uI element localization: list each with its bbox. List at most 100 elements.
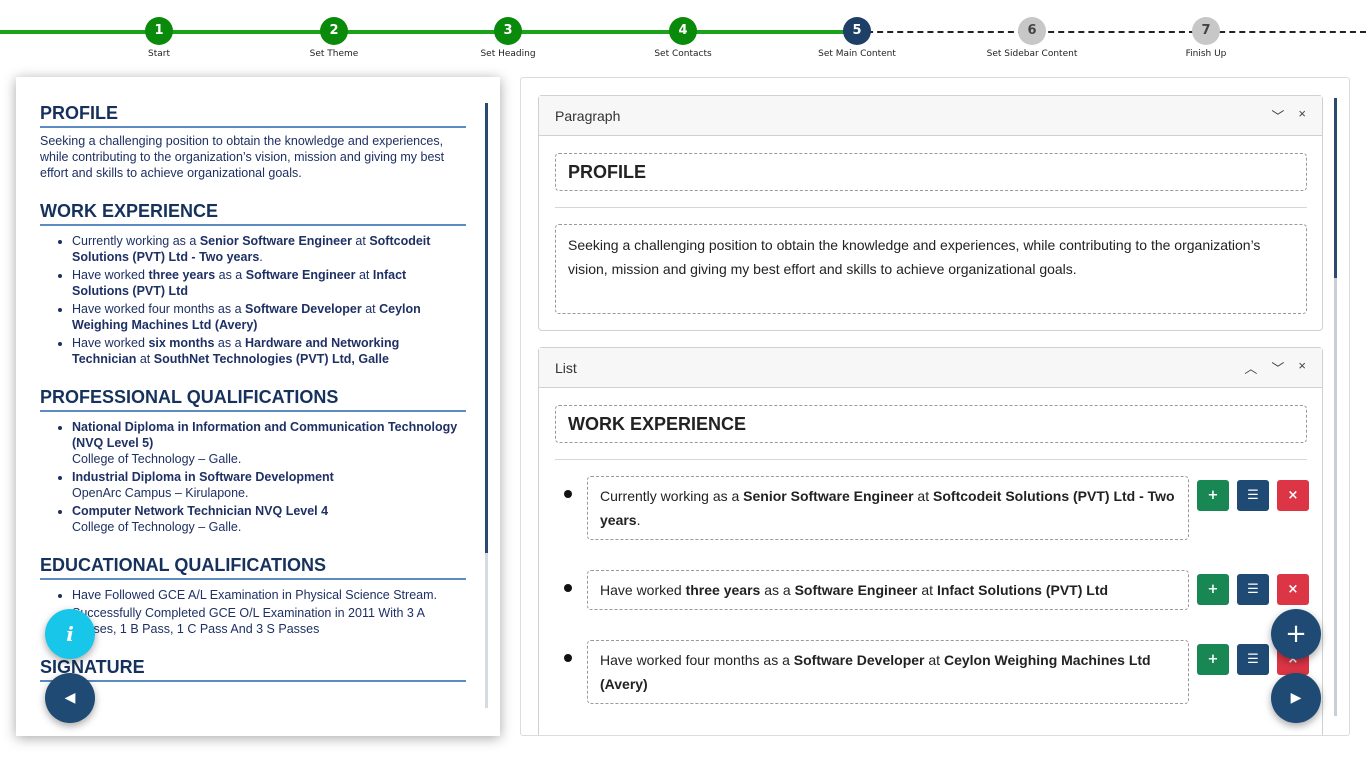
close-icon[interactable]: × [1277, 574, 1309, 605]
preview-work-list: Currently working as a Senior Software E… [72, 233, 466, 367]
chevron-up-icon[interactable]: ︿ [1244, 358, 1257, 377]
qualification-institute: College of Technology – Galle. [72, 520, 242, 534]
list-item-input[interactable]: Currently working as a Senior Software E… [587, 476, 1189, 540]
step-number: 3 [494, 17, 522, 45]
preview-profile-section: PROFILE Seeking a challenging position t… [40, 103, 466, 181]
text: at [351, 234, 370, 248]
list-item-actions: + ☰ × [1197, 480, 1309, 511]
step-number: 4 [669, 17, 697, 45]
step-set-main-content[interactable]: 5 Set Main Content [792, 17, 922, 59]
step-set-contacts[interactable]: 4 Set Contacts [618, 17, 748, 59]
bold-text: six months [148, 336, 215, 350]
list-item: Industrial Diploma in Software Developme… [72, 469, 466, 501]
list-item: Successfully Completed GCE O/L Examinati… [72, 605, 466, 637]
list-item-input[interactable]: Have worked three years as a Software En… [587, 570, 1189, 610]
plus-icon[interactable]: + [1197, 574, 1229, 605]
step-label: Set Contacts [654, 49, 712, 59]
preview-section-heading: EDUCATIONAL QUALIFICATIONS [40, 555, 466, 580]
step-label: Set Heading [480, 49, 536, 59]
list-item: Have Followed GCE A/L Examination in Phy… [72, 587, 466, 603]
chevron-down-icon[interactable]: ﹀ [1271, 358, 1284, 377]
text: at [355, 268, 373, 282]
preview-section-heading: SIGNATURE [40, 657, 466, 682]
add-block-button[interactable]: + [1271, 609, 1321, 659]
bullet-icon [564, 654, 572, 662]
scrollbar-thumb[interactable] [1334, 98, 1337, 278]
paragraph-block-card: Paragraph ﹀ × PROFILE Seeking a challeng… [538, 95, 1323, 331]
plus-icon: + [1285, 619, 1307, 649]
bold-text: Infact Solutions (PVT) Ltd [936, 582, 1109, 598]
step-set-theme[interactable]: 2 Set Theme [269, 17, 399, 59]
step-label: Finish Up [1185, 49, 1227, 59]
step-start[interactable]: 1 Start [94, 17, 224, 59]
list-icon[interactable]: ☰ [1237, 574, 1269, 605]
card-header: Paragraph ﹀ × [539, 96, 1322, 136]
list-heading-input[interactable]: WORK EXPERIENCE [555, 405, 1307, 443]
card-header: List ︿ ﹀ × [539, 348, 1322, 388]
bold-text: Software Developer [245, 302, 362, 316]
bold-text: SouthNet Technologies (PVT) Ltd, Galle [153, 352, 389, 366]
text: Have worked [72, 268, 149, 282]
preview-professional-list: National Diploma in Information and Comm… [72, 419, 466, 535]
text: Have worked [600, 582, 686, 598]
step-label: Set Theme [309, 49, 359, 59]
text: as a [215, 268, 246, 282]
text: . [259, 250, 263, 264]
text: at [917, 582, 937, 598]
content-editor-panel: Paragraph ﹀ × PROFILE Seeking a challeng… [520, 77, 1350, 736]
list-item: Currently working as a Senior Software E… [72, 233, 466, 265]
info-icon: i [66, 622, 74, 646]
paragraph-text-input[interactable]: Seeking a challenging position to obtain… [555, 224, 1307, 314]
step-number: 7 [1192, 17, 1220, 45]
divider [555, 207, 1307, 208]
close-icon[interactable]: × [1298, 106, 1306, 125]
editor-scrollbar[interactable] [1334, 98, 1337, 716]
bold-text: Software Engineer [245, 268, 356, 282]
progress-stepper: 1 Start 2 Set Theme 3 Set Heading 4 Set … [0, 0, 1366, 66]
step-finish-up[interactable]: 7 Finish Up [1141, 17, 1271, 59]
bold-text: three years [148, 268, 216, 282]
text: Have worked [72, 336, 149, 350]
step-set-sidebar-content[interactable]: 6 Set Sidebar Content [967, 17, 1097, 59]
text: as a [214, 336, 246, 350]
preview-work-section: WORK EXPERIENCE Currently working as a S… [40, 201, 466, 367]
card-controls: ︿ ﹀ × [1244, 358, 1306, 377]
info-button[interactable]: i [45, 609, 95, 659]
text: at [361, 302, 380, 316]
step-set-heading[interactable]: 3 Set Heading [443, 17, 573, 59]
triangle-left-icon: ◀ [64, 690, 76, 706]
text: at [913, 488, 934, 504]
preview-educational-list: Have Followed GCE A/L Examination in Phy… [72, 587, 466, 637]
scrollbar-thumb[interactable] [485, 103, 488, 553]
text: as a [760, 582, 795, 598]
preview-scrollbar[interactable] [485, 103, 488, 708]
qualification-title: Industrial Diploma in Software Developme… [72, 470, 334, 484]
bold-text: Senior Software Engineer [199, 234, 352, 248]
paragraph-heading-input[interactable]: PROFILE [555, 153, 1307, 191]
bold-text: Software Engineer [794, 582, 918, 598]
preview-section-heading: PROFESSIONAL QUALIFICATIONS [40, 387, 466, 412]
bold-text: three years [685, 582, 761, 598]
close-icon[interactable]: × [1298, 358, 1306, 377]
step-label: Set Main Content [818, 49, 896, 59]
resume-preview-content: PROFILE Seeking a challenging position t… [40, 103, 466, 702]
text: . [636, 512, 641, 528]
chevron-down-icon[interactable]: ﹀ [1271, 106, 1284, 125]
next-step-button[interactable]: ▶ [1271, 673, 1321, 723]
triangle-right-icon: ▶ [1290, 690, 1302, 706]
bullet-icon [564, 490, 572, 498]
previous-step-button[interactable]: ◀ [45, 673, 95, 723]
list-item: Computer Network Technician NVQ Level 4 … [72, 503, 466, 535]
list-icon[interactable]: ☰ [1237, 480, 1269, 511]
close-icon[interactable]: × [1277, 480, 1309, 511]
step-label: Set Sidebar Content [986, 49, 1078, 59]
bold-text: Senior Software Engineer [743, 488, 914, 504]
plus-icon[interactable]: + [1197, 480, 1229, 511]
card-title: Paragraph [555, 107, 621, 124]
list-icon[interactable]: ☰ [1237, 644, 1269, 675]
bold-text: Software Developer [793, 652, 925, 668]
step-label: Start [148, 49, 170, 59]
list-item: National Diploma in Information and Comm… [72, 419, 466, 467]
list-item-input[interactable]: Have worked four months as a Software De… [587, 640, 1189, 704]
plus-icon[interactable]: + [1197, 644, 1229, 675]
